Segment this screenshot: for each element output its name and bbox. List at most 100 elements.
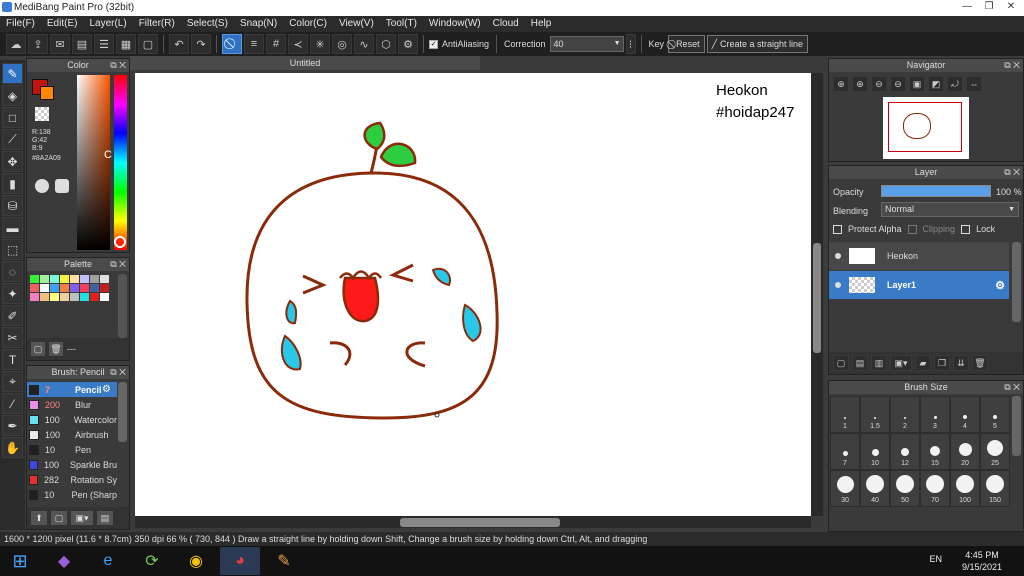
brush-size-option[interactable]: 1.5 [860, 396, 890, 433]
zoom-out-icon[interactable]: ⊖ [871, 76, 887, 92]
new-8bit-layer-icon[interactable]: ▥ [871, 355, 887, 371]
select-tool-icon[interactable]: ⬚ [2, 239, 23, 260]
panel-controls[interactable]: ⧉ ✕ [110, 59, 126, 72]
palette-swatch[interactable] [50, 293, 59, 301]
text-tool-icon[interactable]: T [2, 349, 23, 370]
menu-tool[interactable]: Tool(T) [380, 16, 423, 32]
palette-swatch[interactable] [30, 275, 39, 283]
maximize-button[interactable]: ❐ [978, 0, 1000, 15]
start-button[interactable]: ⊞ [0, 547, 40, 575]
brush-settings-gear-icon[interactable]: ⚙ [102, 384, 111, 395]
brush-item-watercolor[interactable]: 100 Watercolor [27, 412, 117, 427]
menu-view[interactable]: View(V) [333, 16, 380, 32]
minimize-button[interactable]: — [956, 0, 978, 15]
palette-swatch[interactable] [80, 293, 89, 301]
brush-size-option[interactable]: 15 [920, 433, 950, 470]
brush-size-option[interactable]: 70 [920, 470, 950, 507]
palette-swatch[interactable] [30, 284, 39, 292]
new-halftone-layer-icon[interactable]: ▤ [852, 355, 868, 371]
select-pen-icon[interactable]: ✐ [2, 305, 23, 326]
undo-icon[interactable]: ↶ [169, 34, 189, 54]
brush-size-option[interactable]: 40 [860, 470, 890, 507]
brush-item-rotation[interactable]: 282 Rotation Sy [27, 472, 117, 487]
line-tool-icon[interactable]: ⟋ [2, 129, 23, 150]
palette-swatch[interactable] [90, 284, 99, 292]
palette-swatch[interactable] [40, 293, 49, 301]
brush-size-option[interactable]: 5 [980, 396, 1010, 433]
color-picker-icon[interactable] [55, 179, 69, 193]
palette-scrollbar[interactable] [118, 274, 127, 338]
operation-tool-icon[interactable]: ⌖ [2, 371, 23, 392]
document-icon[interactable]: ▢ [138, 34, 158, 54]
radial-snap-icon[interactable]: ✳ [310, 34, 330, 54]
language-indicator[interactable]: EN [929, 554, 942, 564]
brush-size-option[interactable]: 25 [980, 433, 1010, 470]
cross-snap-icon[interactable]: # [266, 34, 286, 54]
blending-select[interactable]: Normal ▼ [881, 202, 1019, 217]
bucket-tool-icon[interactable]: ⛁ [2, 195, 23, 216]
cloud-icon[interactable]: ☁ [6, 34, 26, 54]
brush-size-option[interactable]: 30 [830, 470, 860, 507]
palette-swatch[interactable] [70, 275, 79, 283]
grid-icon[interactable]: ▦ [116, 34, 136, 54]
visibility-icon[interactable] [835, 282, 841, 288]
internet-explorer-icon[interactable]: e [88, 547, 128, 575]
rectangle-tool-icon[interactable]: □ [2, 107, 23, 128]
list-icon[interactable]: ☰ [94, 34, 114, 54]
delete-palette-icon[interactable]: 🗑 [49, 342, 63, 356]
brush-item-pen-sharp[interactable]: 10 Pen (Sharp [27, 487, 117, 502]
select-eraser-icon[interactable]: ✂ [2, 327, 23, 348]
menu-window[interactable]: Window(W) [423, 16, 487, 32]
layer-scrollbar[interactable] [1012, 242, 1021, 322]
eyedropper-tool-icon[interactable]: ✒ [2, 415, 23, 436]
redo-icon[interactable]: ↷ [191, 34, 211, 54]
brush-item-blur[interactable]: 200 Blur [27, 397, 117, 412]
panel-controls[interactable]: ⧉ ✕ [110, 258, 126, 271]
circle-snap-icon[interactable]: ◎ [332, 34, 352, 54]
zoom-reset-icon[interactable]: ⊖ [890, 76, 906, 92]
brush-size-option[interactable]: 10 [860, 433, 890, 470]
brush-size-scrollbar[interactable] [1012, 396, 1021, 456]
correction-select[interactable]: 40 ▼ [549, 36, 624, 52]
palette-swatch[interactable] [40, 275, 49, 283]
divide-tool-icon[interactable]: ⁄ [2, 393, 23, 414]
menu-file[interactable]: File(F) [0, 16, 41, 32]
page-icon[interactable]: ▤ [72, 34, 92, 54]
antialias-checkbox[interactable]: ✓ [429, 39, 438, 49]
palette-swatch[interactable] [50, 275, 59, 283]
palette-swatch[interactable] [70, 284, 79, 292]
palette-swatch[interactable] [60, 275, 69, 283]
snap-off-icon[interactable]: ⃠ [222, 34, 242, 54]
brush-size-option[interactable]: 1 [830, 396, 860, 433]
palette-swatch[interactable] [100, 293, 109, 301]
system-clock[interactable]: 4:45 PM 9/15/2021 [962, 549, 1002, 573]
comment-icon[interactable]: ✉ [50, 34, 70, 54]
vertical-scrollbar[interactable] [811, 73, 823, 516]
protect-alpha-checkbox[interactable] [833, 224, 842, 234]
snap-settings-icon[interactable]: ⚙ [398, 34, 418, 54]
palette-swatch[interactable] [50, 284, 59, 292]
transparent-swatch[interactable] [35, 107, 49, 121]
brush-size-option[interactable]: 50 [890, 470, 920, 507]
paint-icon[interactable]: ✎ [264, 547, 304, 575]
menu-filter[interactable]: Filter(R) [133, 16, 181, 32]
duplicate-layer-icon[interactable]: ❐ [934, 355, 950, 371]
palette-swatch[interactable] [60, 293, 69, 301]
vertical-scroll-thumb[interactable] [813, 243, 821, 353]
vanishing-point-icon[interactable]: ≺ [288, 34, 308, 54]
palette-swatch[interactable] [70, 293, 79, 301]
curve-snap-icon[interactable]: ∿ [354, 34, 374, 54]
add-brush-icon[interactable]: ⬆ [31, 511, 47, 525]
palette-swatch[interactable] [40, 284, 49, 292]
chrome-icon[interactable]: ◉ [176, 547, 216, 575]
opacity-slider[interactable] [881, 185, 991, 197]
menu-color[interactable]: Color(C) [283, 16, 333, 32]
lasso-tool-icon[interactable]: ◌ [2, 261, 23, 282]
visibility-icon[interactable] [835, 253, 841, 259]
brush-size-option[interactable]: 2 [890, 396, 920, 433]
merge-layer-icon[interactable]: ⇊ [953, 355, 969, 371]
horizontal-scrollbar[interactable] [135, 516, 811, 528]
menu-snap[interactable]: Snap(N) [234, 16, 283, 32]
move-tool-icon[interactable]: ✥ [2, 151, 23, 172]
fit-window-icon[interactable]: ▣ [909, 76, 925, 92]
